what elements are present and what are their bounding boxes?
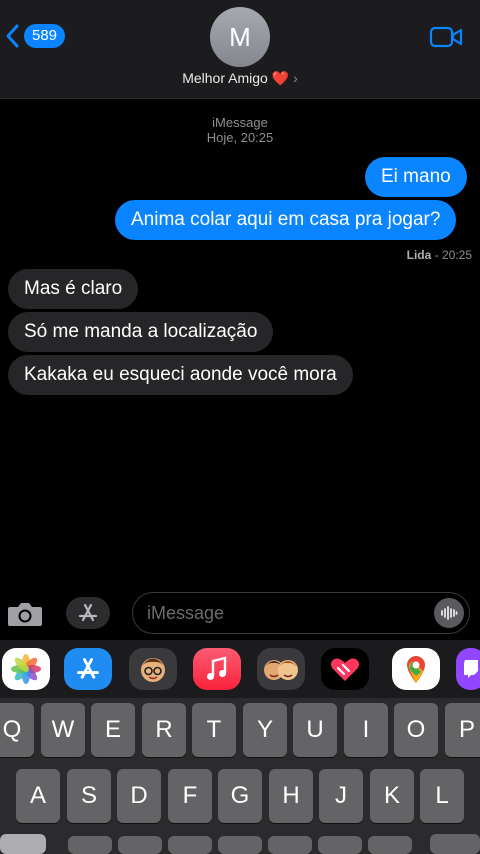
waveform-icon bbox=[441, 606, 458, 620]
contact-emoji: ❤️ bbox=[271, 70, 290, 86]
key-n[interactable] bbox=[318, 836, 362, 854]
key-i[interactable]: I bbox=[344, 703, 388, 757]
music-note-icon bbox=[207, 656, 227, 680]
avatar-initial: M bbox=[229, 21, 251, 52]
message-bubble-incoming[interactable]: Mas é claro bbox=[8, 269, 139, 309]
app-store-button[interactable] bbox=[66, 597, 110, 629]
photos-icon bbox=[11, 654, 41, 684]
memoji-icon bbox=[141, 658, 165, 682]
message-bubble-incoming[interactable]: Kakaka eu esqueci aonde você mora bbox=[8, 355, 353, 395]
video-camera-icon bbox=[429, 26, 463, 48]
heart-hands-icon bbox=[331, 658, 359, 681]
facetime-video-button[interactable] bbox=[429, 25, 463, 54]
key-p[interactable]: P bbox=[445, 703, 480, 757]
key-k[interactable]: K bbox=[370, 769, 414, 823]
digital-touch-app-icon[interactable] bbox=[321, 648, 369, 690]
message-bubble-outgoing[interactable]: Ei mano bbox=[365, 157, 467, 197]
google-maps-app-icon[interactable] bbox=[392, 648, 440, 690]
camera-icon bbox=[8, 603, 42, 626]
contact-avatar[interactable]: M bbox=[210, 7, 270, 67]
key-j[interactable]: J bbox=[319, 769, 363, 823]
message-bubble-outgoing[interactable]: Anima colar aqui em casa pra jogar? bbox=[115, 200, 457, 240]
music-app-icon[interactable] bbox=[193, 648, 241, 690]
app-store-app-icon[interactable] bbox=[64, 648, 112, 690]
key-y[interactable]: Y bbox=[243, 703, 287, 757]
service-label: iMessage bbox=[212, 115, 268, 130]
key-e[interactable]: E bbox=[91, 703, 135, 757]
shift-key[interactable] bbox=[0, 834, 46, 854]
chevron-left-icon bbox=[6, 24, 19, 48]
conversation-meta: iMessage Hoje, 20:25 bbox=[0, 115, 480, 145]
read-receipt-label: Lida bbox=[406, 248, 432, 262]
read-receipt: Lida - 20:25 bbox=[406, 248, 472, 262]
key-o[interactable]: O bbox=[394, 703, 438, 757]
app-store-icon bbox=[77, 658, 99, 679]
key-c[interactable] bbox=[168, 836, 212, 854]
key-g[interactable]: G bbox=[218, 769, 262, 823]
back-button[interactable]: 589 bbox=[4, 22, 66, 50]
contact-name-button[interactable]: Melhor Amigo ❤️ › bbox=[0, 70, 480, 87]
map-pin-icon bbox=[407, 656, 425, 683]
key-t[interactable]: T bbox=[192, 703, 236, 757]
message-input-placeholder: iMessage bbox=[147, 603, 225, 623]
key-h[interactable]: H bbox=[269, 769, 313, 823]
photos-app-icon[interactable] bbox=[2, 648, 50, 690]
camera-button[interactable] bbox=[6, 600, 44, 633]
conversation-timestamp: Hoje, 20:25 bbox=[206, 130, 274, 145]
memoji-stickers-app-icon[interactable] bbox=[257, 648, 305, 690]
delete-key[interactable] bbox=[430, 834, 480, 854]
key-f[interactable]: F bbox=[168, 769, 212, 823]
key-x[interactable] bbox=[118, 836, 162, 854]
key-z[interactable] bbox=[68, 836, 112, 854]
chevron-right-icon: › bbox=[293, 70, 298, 86]
audio-message-button[interactable] bbox=[434, 598, 464, 628]
key-m[interactable] bbox=[368, 836, 412, 854]
key-b[interactable] bbox=[268, 836, 312, 854]
read-receipt-time: 20:25 bbox=[441, 248, 472, 262]
message-input[interactable]: iMessage bbox=[132, 592, 470, 634]
key-s[interactable]: S bbox=[67, 769, 111, 823]
key-u[interactable]: U bbox=[293, 703, 337, 757]
twitch-app-icon[interactable] bbox=[456, 648, 480, 690]
app-store-icon bbox=[78, 603, 98, 622]
key-v[interactable] bbox=[218, 836, 262, 854]
unread-count-badge: 589 bbox=[24, 24, 66, 48]
memoji-stickers-icon bbox=[264, 660, 298, 680]
key-l[interactable]: L bbox=[420, 769, 464, 823]
key-q[interactable]: Q bbox=[0, 703, 34, 757]
memoji-app-icon[interactable] bbox=[129, 648, 177, 690]
key-w[interactable]: W bbox=[41, 703, 85, 757]
conversation-header: 589 M Melhor Amigo ❤️ › bbox=[0, 0, 480, 99]
twitch-icon bbox=[464, 660, 478, 678]
key-a[interactable]: A bbox=[16, 769, 60, 823]
key-d[interactable]: D bbox=[117, 769, 161, 823]
message-bubble-incoming[interactable]: Só me manda a localização bbox=[8, 312, 274, 352]
contact-name: Melhor Amigo bbox=[182, 70, 268, 86]
key-r[interactable]: R bbox=[142, 703, 186, 757]
